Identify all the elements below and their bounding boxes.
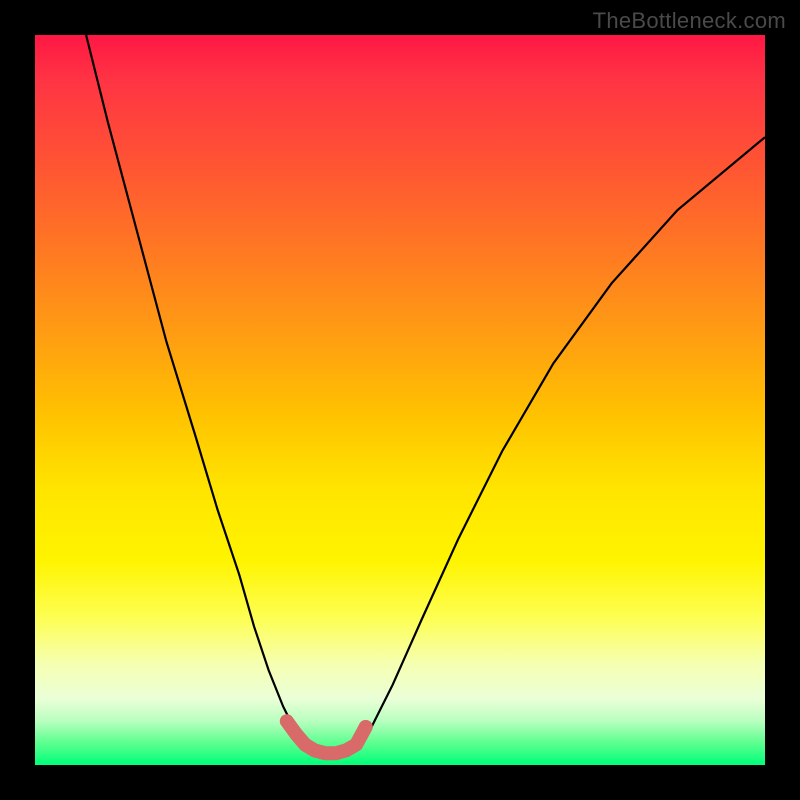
chart-svg [35, 35, 765, 765]
valley-markers [287, 720, 373, 753]
curve-right [356, 137, 765, 750]
curve-left [86, 35, 309, 750]
chart-area [35, 35, 765, 765]
watermark-text: TheBottleneck.com [593, 8, 786, 34]
